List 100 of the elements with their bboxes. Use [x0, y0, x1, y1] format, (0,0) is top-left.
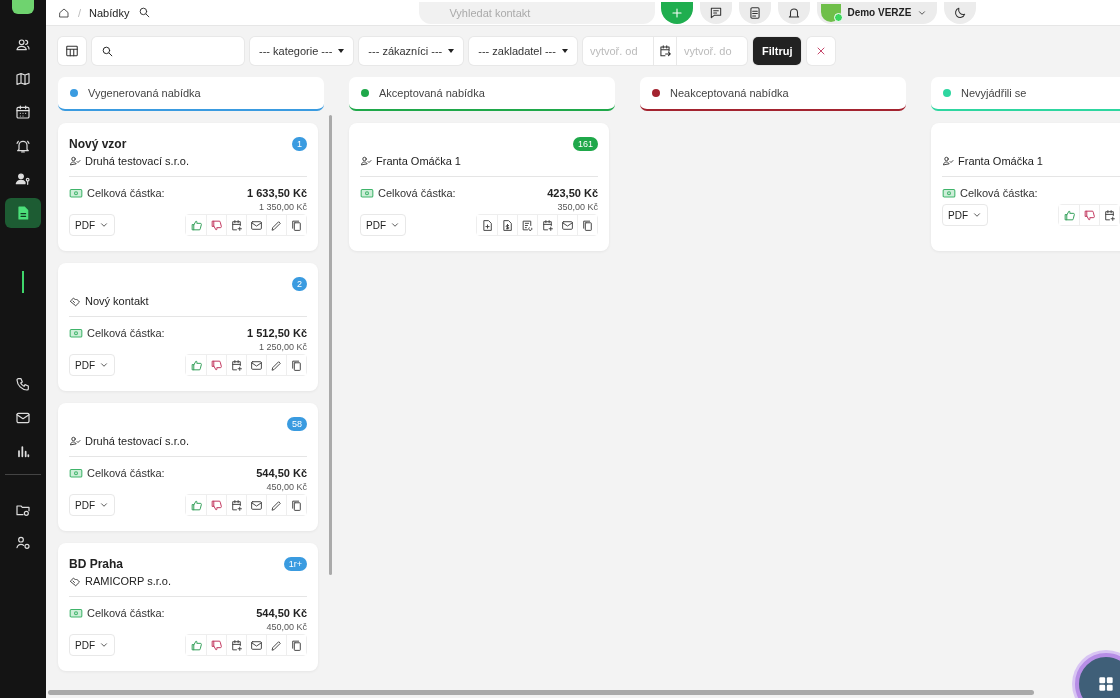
person-check-icon: [69, 155, 81, 167]
pencil-icon: [270, 638, 283, 652]
calendar-add-icon: [541, 218, 554, 232]
theme-button[interactable]: [944, 1, 977, 24]
count-badge: 161: [572, 137, 598, 151]
offer-card[interactable]: 2 Nový kontakt Celková částka: 1 512,50 Kč 1 250,00 Kč PDF: [58, 263, 318, 391]
search-icon: [101, 44, 114, 58]
filter-dropdown[interactable]: --- zakladatel ---: [469, 37, 577, 65]
copy-icon: [581, 218, 594, 232]
notifications-button[interactable]: [778, 1, 811, 24]
cash-icon: [69, 326, 83, 340]
calendar-add-icon: [230, 218, 243, 232]
filter-dropdown[interactable]: --- zákazníci ---: [359, 37, 464, 65]
filter-button[interactable]: Filtruj: [752, 37, 802, 65]
breadcrumb-current: Nabídky: [89, 6, 130, 19]
thumbs-down-icon: [1083, 208, 1096, 222]
sidebar-item[interactable]: [5, 197, 41, 228]
contact-name: Druhá testovací s.r.o.: [85, 435, 189, 447]
amount-label: Celková částka:: [87, 467, 165, 479]
thumbs-up-icon: [189, 498, 203, 512]
total-amount: 1 512,50 Kč: [247, 327, 307, 339]
pencil-icon: [270, 498, 283, 512]
user-menu[interactable]: Demo VERZE: [817, 1, 938, 24]
offer-card[interactable]: Nový vzor 1 Druhá testovací s.r.o. Celková částka: 1 633,50 Kč 1 350,00 Kč PDF: [58, 123, 318, 251]
copy-icon: [290, 218, 303, 232]
person-check-icon: [69, 435, 81, 447]
grid-icon: [1096, 674, 1116, 694]
calendar-add-icon: [230, 358, 243, 372]
person-check-icon: [942, 155, 954, 167]
search-icon: [138, 6, 152, 19]
logo-icon[interactable]: [12, 0, 34, 14]
document-refresh-icon: [521, 218, 534, 232]
pdf-dropdown[interactable]: PDF: [942, 204, 988, 226]
copy-button[interactable]: [286, 215, 306, 235]
contact-name: Franta Omáčka 1: [958, 155, 1043, 167]
offer-card[interactable]: 58 Druhá testovací s.r.o. Celková částka: 544,50 Kč 450,00 Kč PDF: [58, 403, 318, 531]
calendar-add-button[interactable]: [1099, 205, 1119, 225]
pdf-dropdown[interactable]: PDF: [69, 634, 115, 656]
copy-button[interactable]: [286, 355, 306, 375]
mail-icon: [250, 218, 263, 232]
pdf-dropdown[interactable]: PDF: [360, 214, 406, 236]
copy-icon: [290, 638, 303, 652]
pdf-dropdown[interactable]: PDF: [69, 214, 115, 236]
count-badge: 1r+: [283, 557, 307, 571]
document-dollar-icon: [501, 218, 514, 232]
pencil-icon: [270, 358, 283, 372]
bar-chart-icon: [15, 443, 31, 459]
offer-card[interactable]: Franta Omáčka 1 Celková částka: PDF: [931, 123, 1120, 251]
chat-button[interactable]: [700, 1, 733, 24]
copy-icon: [290, 498, 303, 512]
thumbs-up-icon: [189, 218, 203, 232]
document-icon: [15, 204, 31, 221]
layout-toggle-button[interactable]: [58, 37, 86, 65]
count-badge: 2: [292, 277, 307, 291]
offer-card[interactable]: 161 Franta Omáčka 1 Celková částka: 423,50 Kč 350,00 Kč PDF: [349, 123, 609, 251]
date-from-field[interactable]: vytvoř. od: [582, 45, 653, 57]
handshake-icon: [69, 295, 81, 307]
date-to-field[interactable]: vytvoř. do: [676, 45, 747, 57]
thumbs-up-icon: [189, 638, 203, 652]
handshake-icon: [69, 575, 81, 587]
horizontal-scrollbar[interactable]: [48, 690, 1034, 695]
thumbs-down-icon: [210, 218, 223, 232]
contact-name: Nový kontakt: [85, 295, 149, 307]
amount-label: Celková částka:: [87, 327, 165, 339]
copy-button[interactable]: [286, 495, 306, 515]
offer-card[interactable]: BD Praha 1r+ RAMICORP s.r.o. Celková částka: 544,50 Kč 450,00 Kč PDF: [58, 543, 318, 671]
pdf-dropdown[interactable]: PDF: [69, 494, 115, 516]
date-range-button[interactable]: [652, 37, 677, 65]
person-key-icon: [15, 171, 31, 187]
notes-button[interactable]: [739, 1, 772, 24]
mail-icon: [250, 638, 263, 652]
chat-icon: [709, 5, 724, 20]
mail-icon: [561, 218, 574, 232]
count-badge: 58: [287, 417, 307, 431]
add-button[interactable]: [661, 1, 694, 24]
copy-button[interactable]: [577, 215, 597, 235]
map-icon: [15, 70, 31, 87]
contact-search-field[interactable]: Vyhledat kontakt: [419, 1, 656, 24]
calendar-add-icon: [230, 638, 243, 652]
filter-search-field[interactable]: [92, 37, 244, 65]
home-icon: [58, 6, 70, 19]
pdf-dropdown[interactable]: PDF: [69, 354, 115, 376]
copy-button[interactable]: [286, 635, 306, 655]
chevron-down-icon: [99, 500, 109, 510]
mail-icon: [250, 498, 263, 512]
filter-dropdown[interactable]: --- kategorie ---: [250, 37, 354, 65]
thumbs-down-icon: [210, 638, 223, 652]
subtotal-amount: 1 250,00 Kč: [258, 342, 307, 352]
card-title: Nový vzor: [69, 137, 127, 151]
cash-icon: [69, 186, 83, 200]
scrollbar[interactable]: [329, 115, 332, 575]
subtotal-amount: 450,00 Kč: [266, 482, 307, 492]
calendar-add-icon: [230, 498, 243, 512]
cash-icon: [942, 186, 956, 200]
thumbs-down-icon: [210, 358, 223, 372]
subtotal-amount: 1 350,00 Kč: [258, 202, 307, 212]
total-amount: 544,50 Kč: [256, 467, 307, 479]
amount-label: Celková částka:: [378, 187, 456, 199]
people-icon: [15, 37, 31, 53]
chevron-down-icon: [390, 220, 400, 230]
